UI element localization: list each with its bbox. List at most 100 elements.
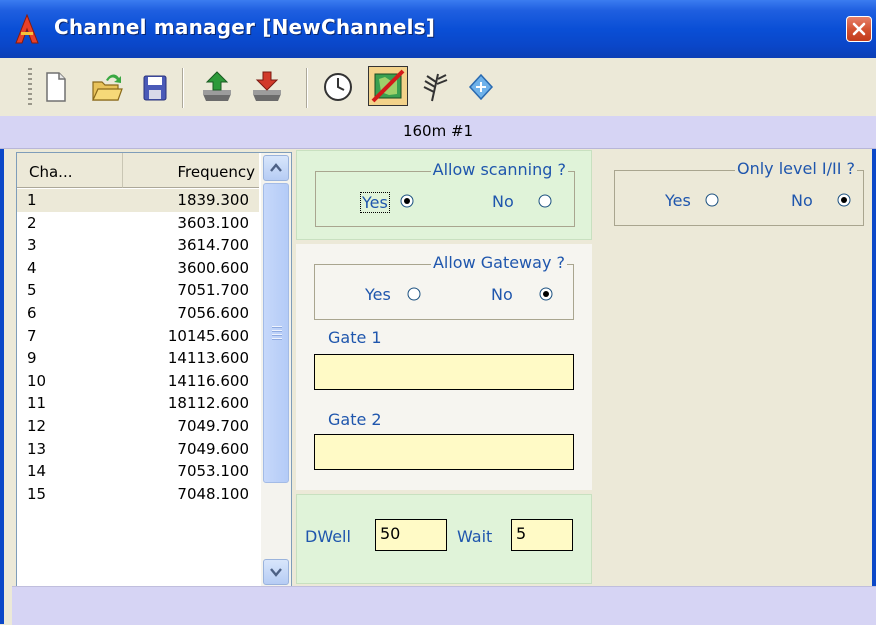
- save-button[interactable]: [140, 68, 172, 104]
- scroll-up-button[interactable]: [263, 155, 289, 181]
- clock-icon: [324, 73, 352, 101]
- gate2-input[interactable]: [314, 434, 574, 470]
- gate1-label: Gate 1: [328, 328, 382, 347]
- upload-button[interactable]: [200, 68, 232, 104]
- channel-number: 4: [27, 258, 37, 277]
- scanning-title: Allow scanning ?: [430, 160, 568, 179]
- table-row[interactable]: 3 3614.700: [17, 234, 259, 257]
- table-row[interactable]: 7 10145.600: [17, 325, 259, 348]
- table-row[interactable]: 6 7056.600: [17, 302, 259, 325]
- app-logo-icon: [15, 14, 39, 44]
- toolbar-grip[interactable]: [28, 68, 32, 108]
- channel-rows: 1 1839.300 2 3603.100 3 3614.700 4 3600.600 5 705…: [17, 189, 259, 505]
- channel-header: 160m #1: [0, 116, 876, 149]
- channel-frequency: 7049.600: [177, 439, 249, 458]
- gateway-panel: Allow Gateway ? Yes No Gate 1 Gate 2: [296, 244, 592, 490]
- channel-number: 1: [27, 191, 37, 209]
- channel-frequency: 7051.700: [177, 281, 249, 300]
- scanning-yes-radio[interactable]: [400, 194, 414, 208]
- timing-panel: DWell 50 Wait 5: [296, 494, 592, 584]
- chevron-down-icon: [270, 568, 282, 577]
- channel-frequency: 1839.300: [177, 191, 249, 209]
- table-row[interactable]: 4 3600.600: [17, 257, 259, 280]
- column-header-channel[interactable]: Cha...: [17, 153, 123, 188]
- vertical-scrollbar[interactable]: [261, 153, 291, 589]
- scanning-panel: Allow scanning ? Yes No: [296, 150, 592, 240]
- channel-number: 7: [27, 326, 37, 345]
- save-icon: [143, 75, 167, 101]
- diamond-button[interactable]: [466, 68, 498, 104]
- channel-number: 9: [27, 349, 37, 368]
- channel-frequency: 18112.600: [167, 394, 249, 413]
- table-row[interactable]: 10 14116.600: [17, 370, 259, 393]
- table-row[interactable]: 13 7049.600: [17, 438, 259, 461]
- channel-number: 15: [27, 484, 47, 503]
- channel-frequency: 3603.100: [177, 213, 249, 232]
- wait-input[interactable]: 5: [511, 519, 573, 551]
- scanning-no-label[interactable]: No: [492, 192, 514, 211]
- channel-number: 13: [27, 439, 47, 458]
- gate1-input[interactable]: [314, 354, 574, 390]
- clock-button[interactable]: [322, 68, 354, 104]
- column-header-channel-label: Cha...: [29, 163, 73, 181]
- scroll-down-button[interactable]: [263, 559, 289, 585]
- new-file-icon: [46, 72, 66, 102]
- channel-number: 2: [27, 213, 37, 232]
- channel-number: 6: [27, 303, 37, 322]
- column-header-frequency[interactable]: Frequency: [123, 153, 259, 188]
- table-row[interactable]: 9 14113.600: [17, 347, 259, 370]
- gate2-label: Gate 2: [328, 410, 382, 429]
- dwell-label: DWell: [305, 527, 351, 546]
- gateway-no-radio[interactable]: [539, 287, 553, 301]
- scroll-thumb[interactable]: [263, 183, 289, 483]
- table-row[interactable]: 11 18112.600: [17, 392, 259, 415]
- level-no-label[interactable]: No: [791, 191, 813, 210]
- toolbar-separator: [182, 68, 184, 108]
- level-yes-label[interactable]: Yes: [665, 191, 691, 210]
- title-bar[interactable]: Channel manager [NewChannels]: [0, 0, 876, 58]
- map-toggle-button[interactable]: [368, 66, 408, 106]
- channel-frequency: 10145.600: [167, 326, 249, 345]
- table-row[interactable]: 5 7051.700: [17, 279, 259, 302]
- channel-frequency: 3614.700: [177, 236, 249, 255]
- channel-frequency: 14113.600: [167, 349, 249, 368]
- chevron-up-icon: [270, 163, 282, 172]
- channel-manager-window: Channel manager [NewChannels] 160m #1 Ch…: [0, 0, 876, 625]
- table-row[interactable]: 1 1839.300: [17, 189, 259, 212]
- table-row[interactable]: 12 7049.700: [17, 415, 259, 438]
- channel-number: 3: [27, 236, 37, 255]
- table-row[interactable]: 2 3603.100: [17, 212, 259, 235]
- open-button[interactable]: [90, 68, 123, 104]
- channel-list[interactable]: Cha... Frequency 1 1839.300 2 3603.100 3 3614…: [16, 152, 292, 590]
- status-bar: [12, 586, 876, 625]
- new-file-button[interactable]: [40, 68, 72, 104]
- gateway-yes-label[interactable]: Yes: [365, 285, 391, 304]
- level-panel: Only level I/II ? Yes No: [596, 150, 872, 240]
- close-button[interactable]: [846, 16, 872, 42]
- dwell-input[interactable]: 50: [375, 519, 447, 551]
- close-icon: [852, 22, 866, 36]
- download-button[interactable]: [250, 68, 282, 104]
- level-title: Only level I/II ?: [735, 159, 857, 178]
- gateway-no-label[interactable]: No: [491, 285, 513, 304]
- window-title: Channel manager [NewChannels]: [54, 15, 436, 39]
- channel-frequency: 14116.600: [167, 371, 249, 390]
- channel-frequency: 7053.100: [177, 462, 249, 481]
- channel-frequency: 7056.600: [177, 303, 249, 322]
- level-no-radio[interactable]: [837, 193, 851, 207]
- table-row[interactable]: 14 7053.100: [17, 460, 259, 483]
- scanning-no-radio[interactable]: [538, 194, 552, 208]
- channel-number: 10: [27, 371, 47, 390]
- channel-number: 12: [27, 416, 47, 435]
- antenna-icon: [423, 73, 448, 102]
- scanning-yes-label[interactable]: Yes: [360, 192, 390, 213]
- channel-frequency: 3600.600: [177, 258, 249, 277]
- channel-number: 14: [27, 462, 47, 481]
- table-row[interactable]: 15 7048.100: [17, 483, 259, 506]
- gateway-title: Allow Gateway ?: [430, 253, 567, 272]
- antenna-button[interactable]: [418, 68, 450, 104]
- gateway-group: Allow Gateway ? Yes No: [314, 253, 574, 320]
- gateway-yes-radio[interactable]: [407, 287, 421, 301]
- level-yes-radio[interactable]: [705, 193, 719, 207]
- channel-number: 5: [27, 281, 37, 300]
